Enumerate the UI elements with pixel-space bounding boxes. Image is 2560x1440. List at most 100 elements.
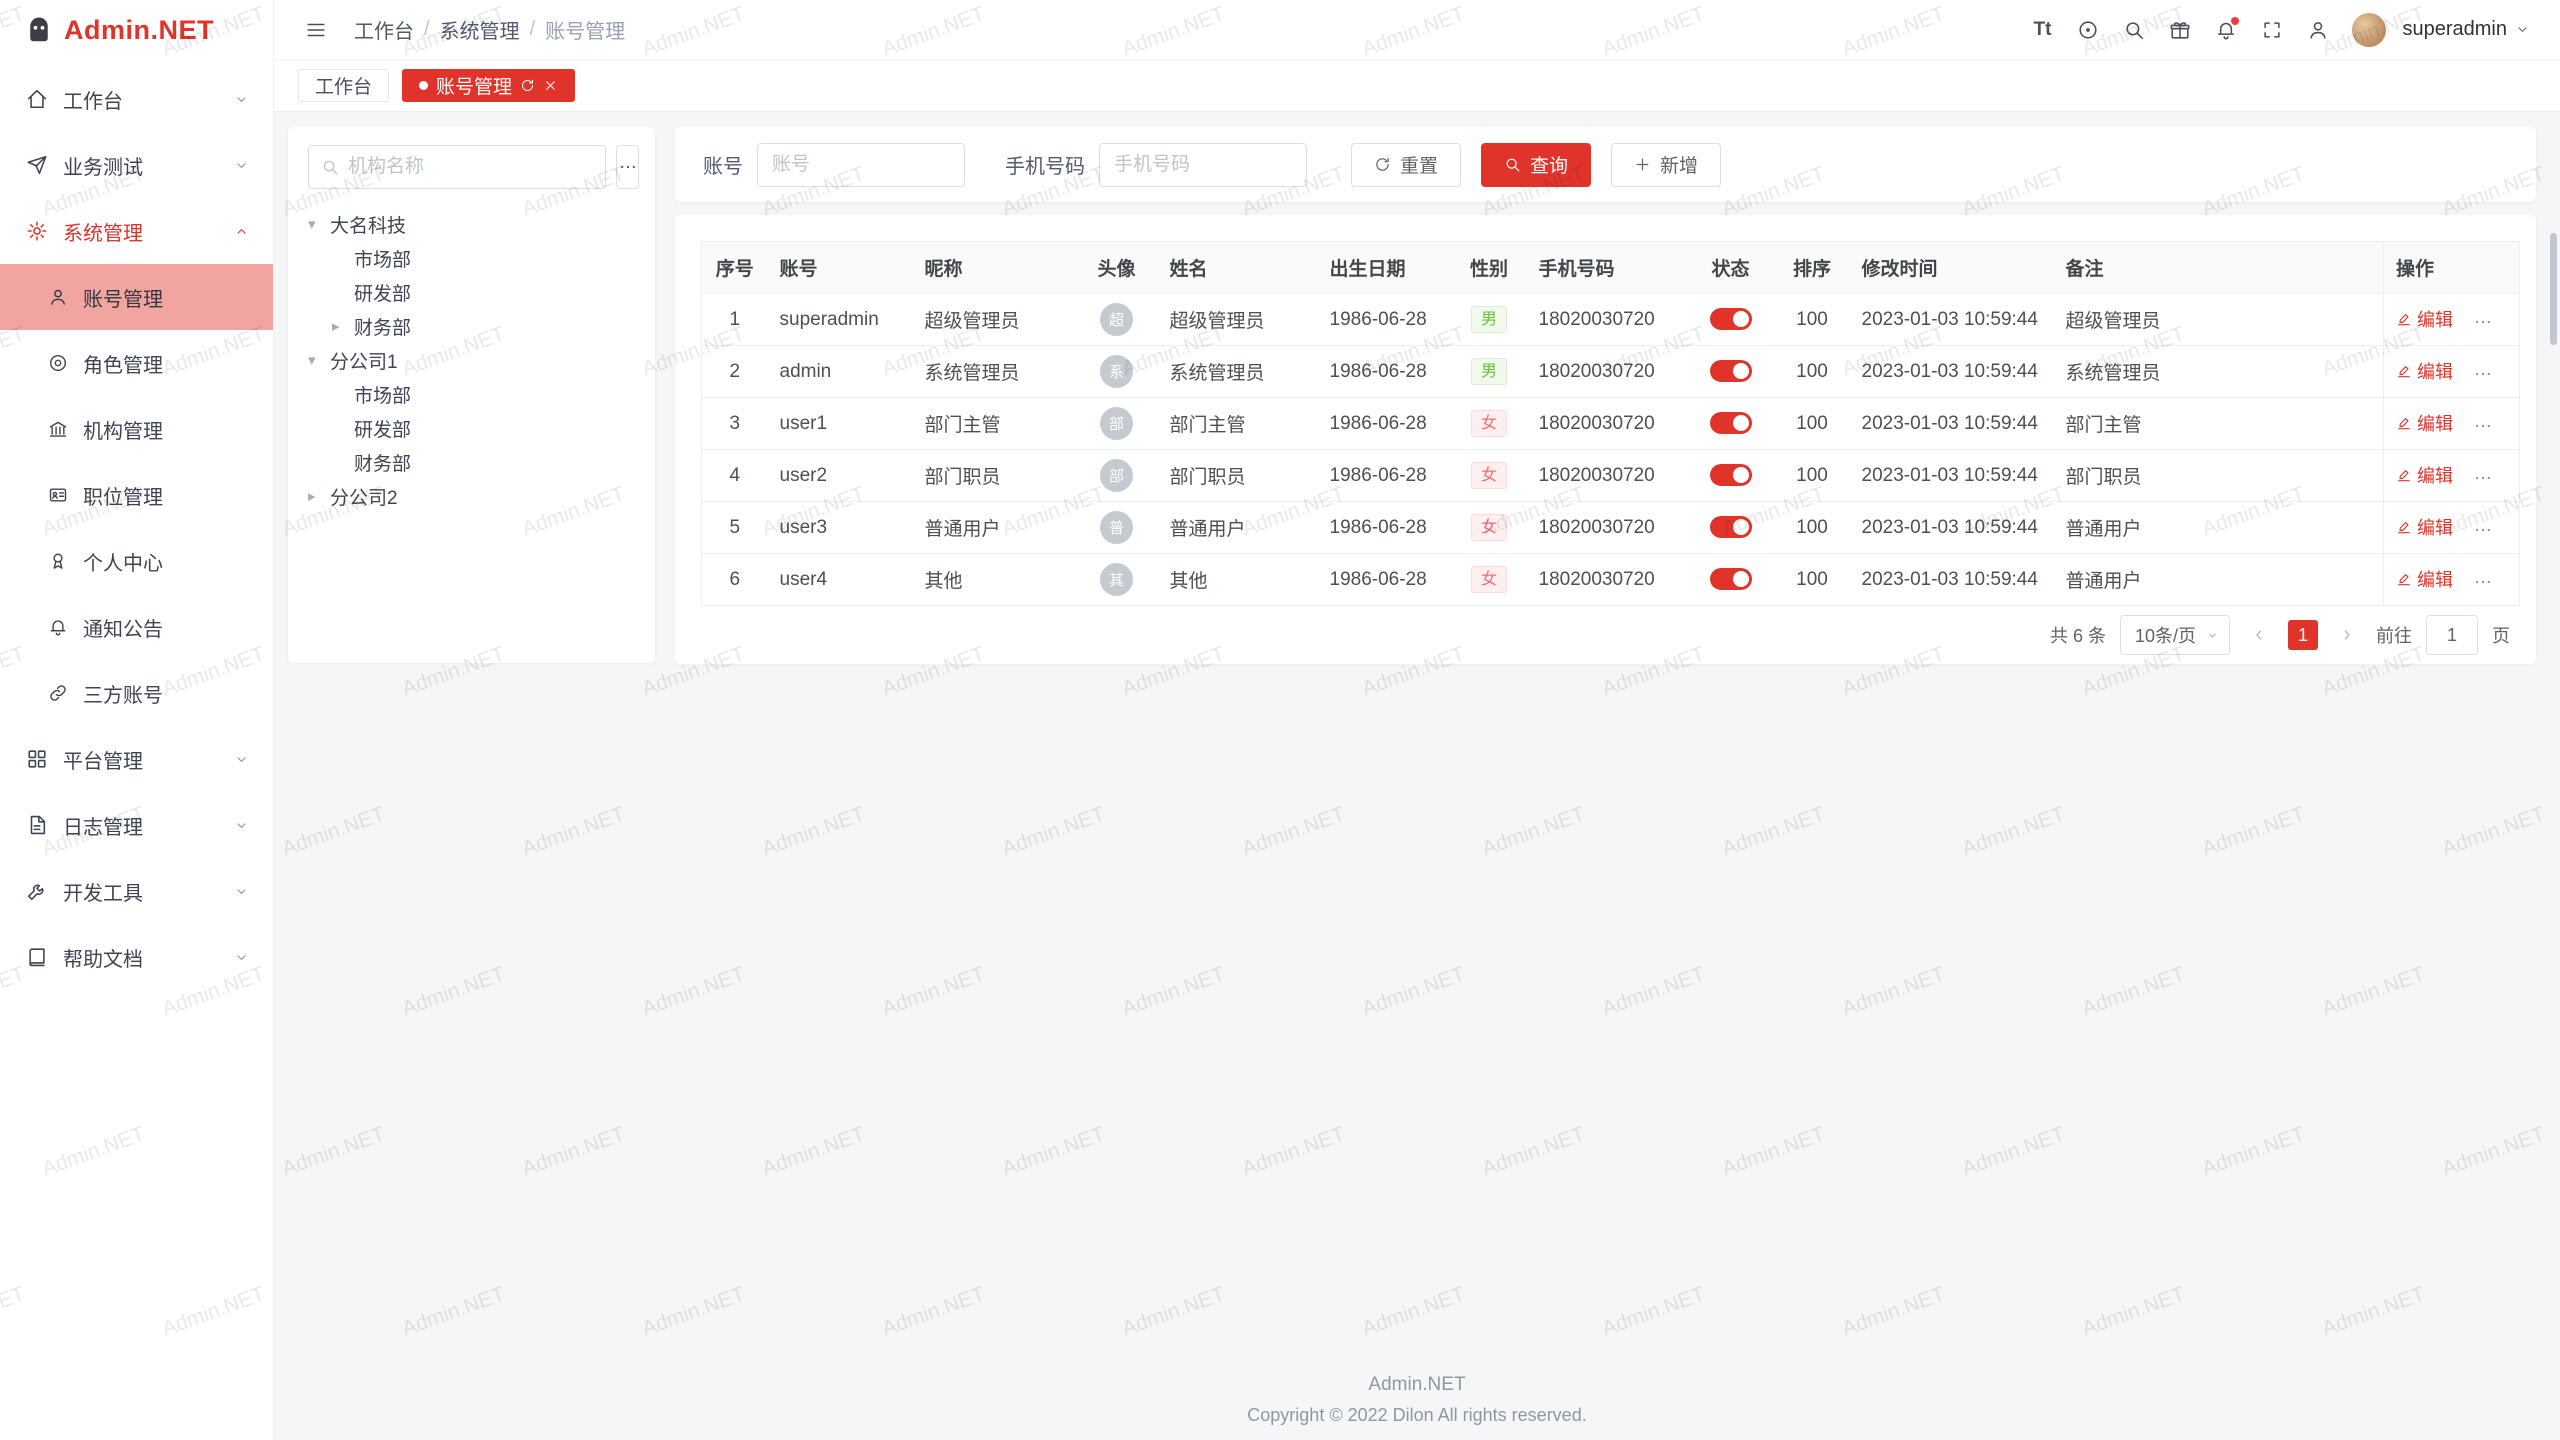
status-toggle[interactable] [1710,464,1752,486]
more-actions-button[interactable] [2473,520,2493,540]
edit-icon [2396,363,2412,379]
search-icon [1504,156,1521,173]
collapse-menu-icon[interactable] [296,10,336,50]
page-size-select[interactable]: 10条/页 [2120,615,2230,655]
tree-node[interactable]: 市场部 [308,377,639,411]
sidebar-item-log[interactable]: 日志管理 [0,792,273,858]
tools-icon [26,880,48,902]
breadcrumb-separator: / [424,18,430,41]
status-toggle[interactable] [1710,516,1752,538]
more-actions-button[interactable] [2473,364,2493,384]
gift-icon[interactable] [2160,10,2200,50]
edit-button[interactable]: 编辑 [2396,306,2453,332]
goto-page-input[interactable] [2426,615,2478,655]
chevron-down-icon[interactable] [2515,22,2530,37]
gear-icon [26,220,48,242]
topbar: 工作台/系统管理/账号管理 Tt superadmin [274,0,2560,60]
user-avatar[interactable] [2352,13,2386,47]
user-icon[interactable] [2298,10,2338,50]
tree-node[interactable]: 财务部 [308,445,639,479]
more-actions-button[interactable] [2473,312,2493,332]
reset-button[interactable]: 重置 [1351,143,1461,187]
next-page-button[interactable] [2332,620,2362,650]
cell-no: 5 [702,502,768,554]
page-number[interactable]: 1 [2288,620,2318,650]
close-icon[interactable] [543,78,558,93]
footer-copyright: Copyright © 2022 Dilon All rights reserv… [274,1405,2560,1426]
sidebar-item-profile[interactable]: 个人中心 [0,528,273,594]
prev-page-button[interactable] [2244,620,2274,650]
edit-button[interactable]: 编辑 [2396,462,2453,488]
status-toggle[interactable] [1710,308,1752,330]
tree-node[interactable]: 研发部 [308,275,639,309]
username[interactable]: superadmin [2402,18,2507,41]
sidebar-item-position[interactable]: 职位管理 [0,462,273,528]
cell-modified: 2023-01-03 10:59:44 [1850,398,2054,450]
tree-node[interactable]: 研发部 [308,411,639,445]
sidebar-item-role[interactable]: 角色管理 [0,330,273,396]
refresh-icon [1374,156,1391,173]
avatar: 普 [1100,511,1133,544]
sidebar-item-workbench[interactable]: 工作台 [0,66,273,132]
theme-icon[interactable] [2068,10,2108,50]
sidebar-item-account[interactable]: 账号管理 [0,264,273,330]
cell-account: superadmin [768,294,913,346]
gender-tag: 女 [1471,462,1507,489]
tree-node[interactable]: 市场部 [308,241,639,275]
breadcrumb-item[interactable]: 工作台 [354,15,414,44]
more-actions-button[interactable] [2473,416,2493,436]
refresh-icon[interactable] [520,78,535,93]
cell-modified: 2023-01-03 10:59:44 [1850,554,2054,606]
search-button[interactable]: 查询 [1481,143,1591,187]
breadcrumb-item[interactable]: 账号管理 [545,15,625,44]
cell-phone: 18020030720 [1527,398,1687,450]
sidebar-item-business-test[interactable]: 业务测试 [0,132,273,198]
sidebar-item-devtools[interactable]: 开发工具 [0,858,273,924]
search-icon[interactable] [2114,10,2154,50]
add-button-label: 新增 [1660,151,1698,178]
tree-node[interactable]: ▾大名科技 [308,207,639,241]
org-search-row [308,145,639,189]
edit-button[interactable]: 编辑 [2396,566,2453,592]
sidebar-item-org[interactable]: 机构管理 [0,396,273,462]
edit-button[interactable]: 编辑 [2396,410,2453,436]
tab-账号管理[interactable]: 账号管理 [402,69,575,102]
cell-birthday: 1986-06-28 [1318,554,1452,606]
status-toggle[interactable] [1710,568,1752,590]
more-actions-button[interactable] [2473,572,2493,592]
sidebar-item-docs[interactable]: 帮助文档 [0,924,273,990]
sidebar-item-third-account[interactable]: 三方账号 [0,660,273,726]
link-icon [48,683,68,703]
caret-right-icon[interactable]: ▸ [332,317,354,335]
account-filter-input[interactable] [757,143,965,187]
org-more-button[interactable] [616,145,639,189]
status-toggle[interactable] [1710,360,1752,382]
notification-bell-icon[interactable] [2206,10,2246,50]
caret-right-icon[interactable]: ▸ [308,487,330,505]
sidebar-item-system[interactable]: 系统管理 [0,198,273,264]
cell-status [1687,450,1775,502]
font-size-icon[interactable]: Tt [2022,10,2062,50]
footer: Admin.NET Copyright © 2022 Dilon All rig… [274,1374,2560,1426]
cell-actions: 编辑 [2384,398,2520,450]
tree-node[interactable]: ▸财务部 [308,309,639,343]
add-button[interactable]: 新增 [1611,143,1721,187]
org-search-input[interactable] [348,156,593,178]
breadcrumb-item[interactable]: 系统管理 [440,15,520,44]
scrollbar-thumb[interactable] [2550,233,2557,345]
phone-filter-input[interactable] [1099,143,1307,187]
edit-button[interactable]: 编辑 [2396,358,2453,384]
tree-node[interactable]: ▾分公司1 [308,343,639,377]
sidebar-item-platform[interactable]: 平台管理 [0,726,273,792]
role-icon [48,353,68,373]
status-toggle[interactable] [1710,412,1752,434]
more-actions-button[interactable] [2473,468,2493,488]
tree-node[interactable]: ▸分公司2 [308,479,639,513]
caret-down-icon[interactable]: ▾ [308,351,330,369]
tab-工作台[interactable]: 工作台 [298,69,389,102]
cell-order: 100 [1775,294,1850,346]
fullscreen-icon[interactable] [2252,10,2292,50]
caret-down-icon[interactable]: ▾ [308,215,330,233]
sidebar-item-notice[interactable]: 通知公告 [0,594,273,660]
edit-button[interactable]: 编辑 [2396,514,2453,540]
